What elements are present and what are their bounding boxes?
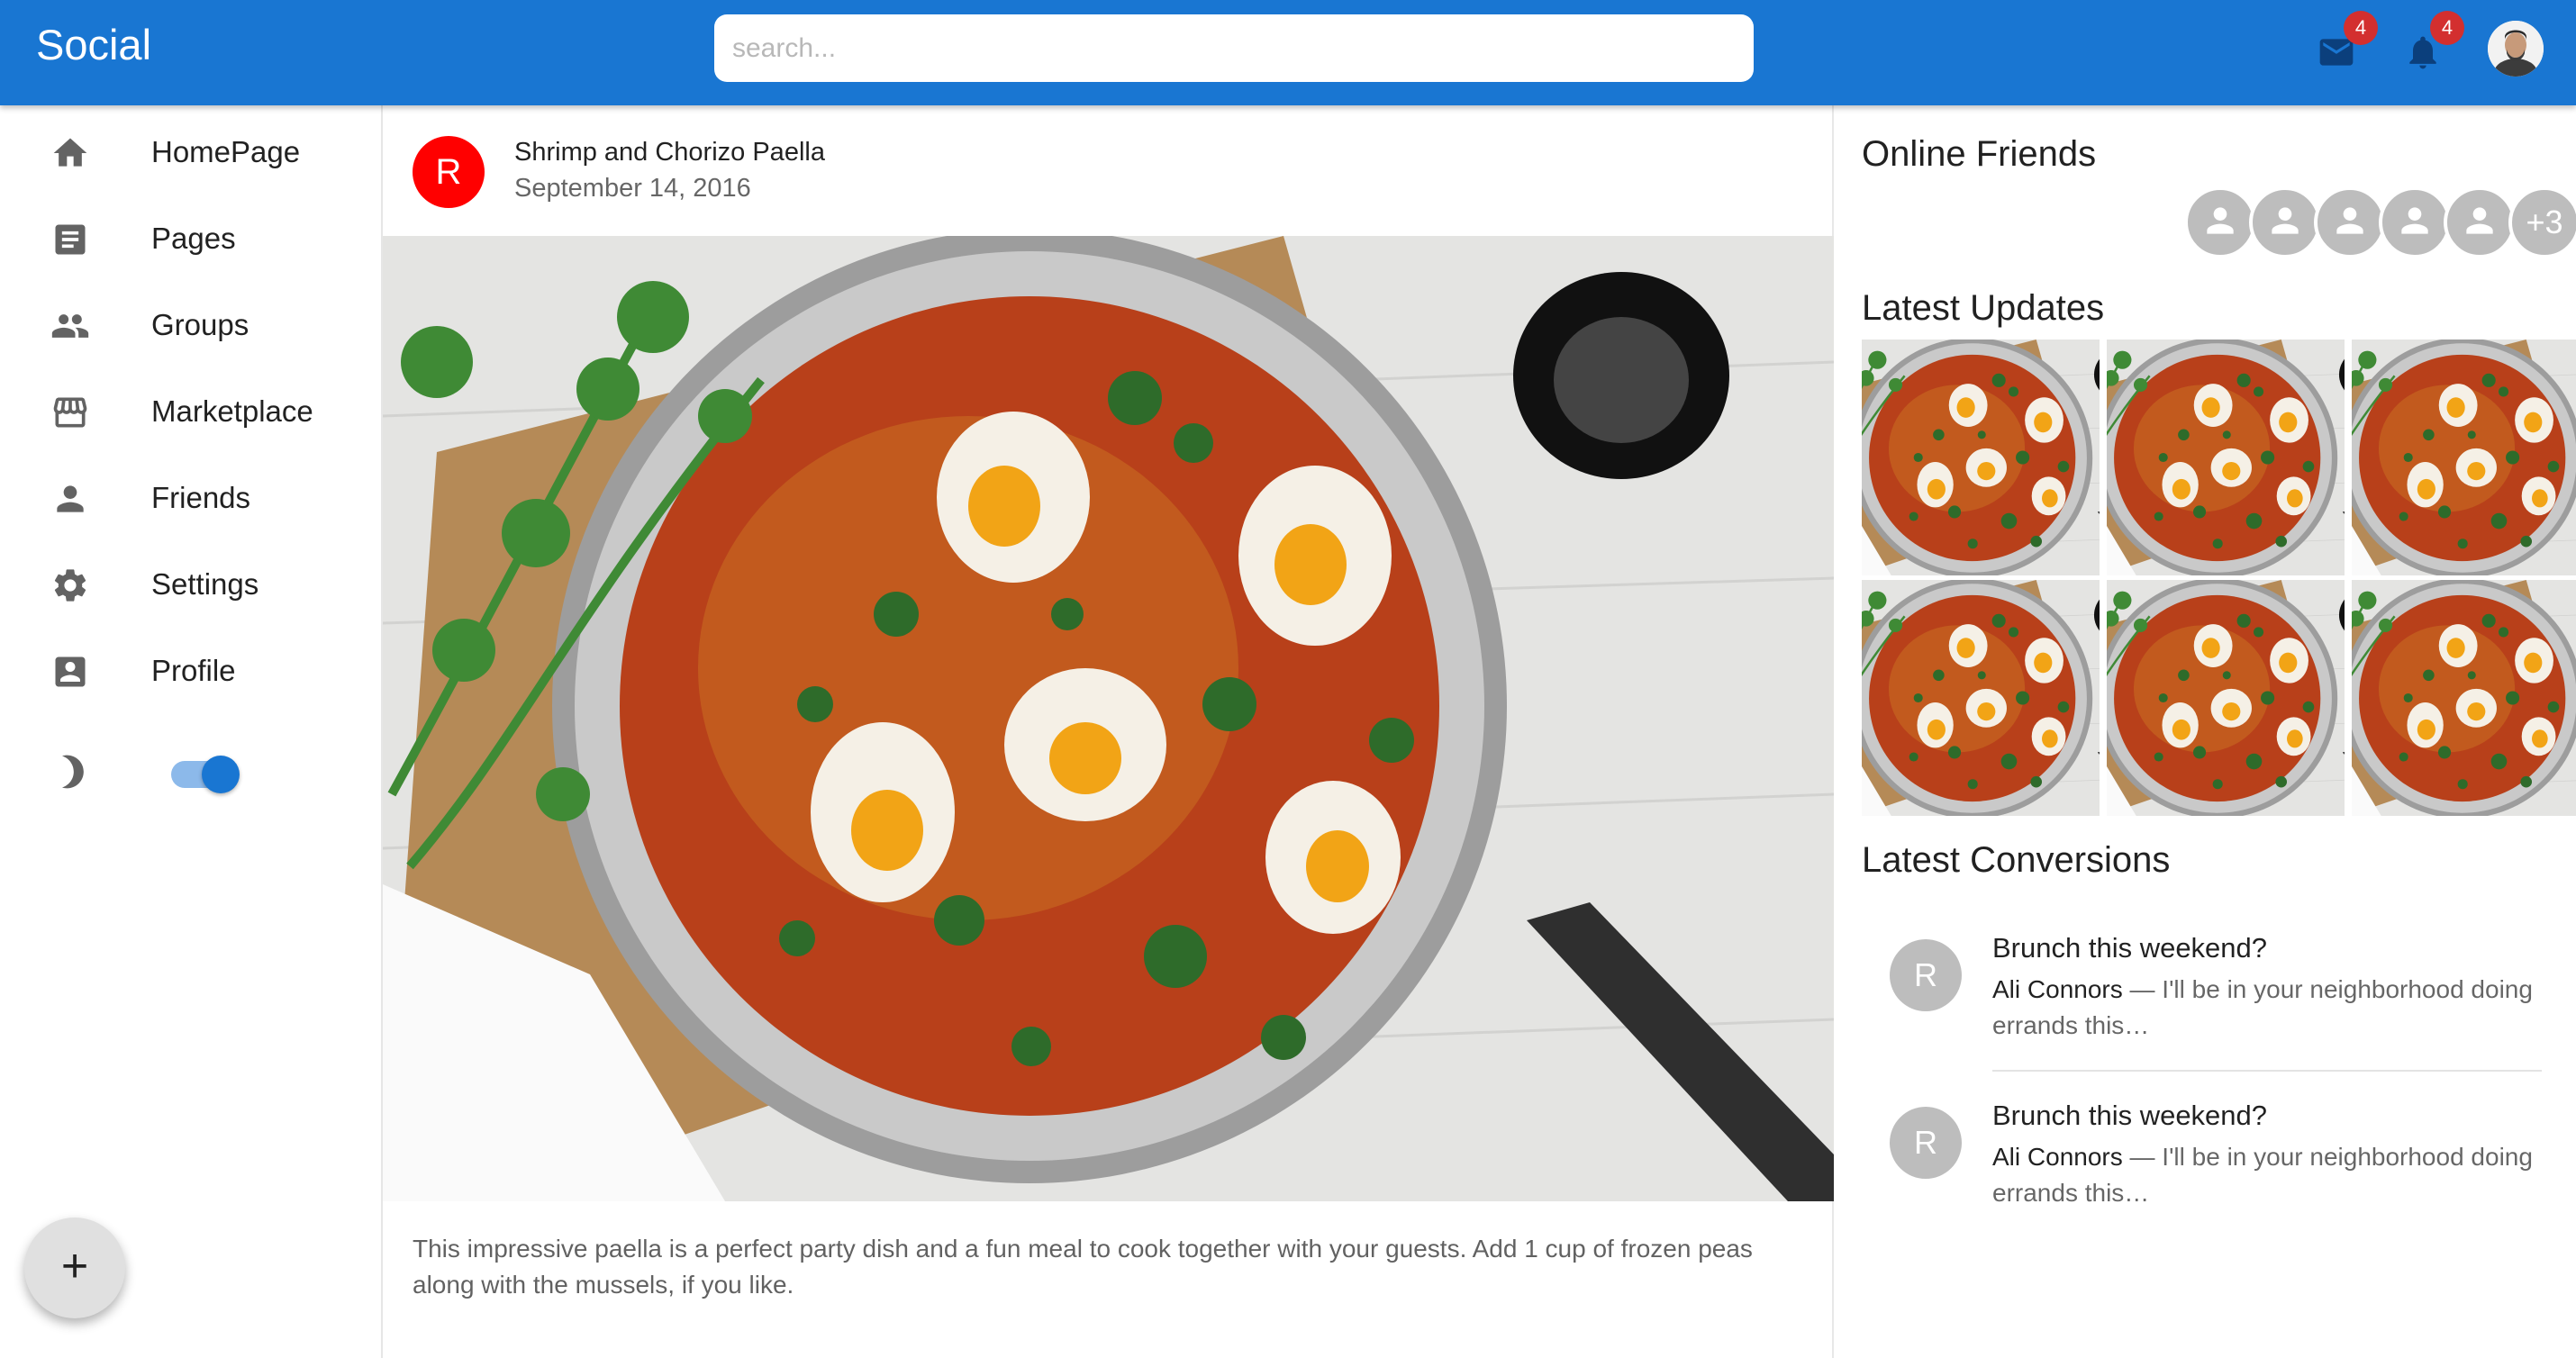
paella-thumbnail xyxy=(2107,580,2345,816)
gear-icon xyxy=(50,566,90,605)
sidebar-item-label: Friends xyxy=(151,481,251,514)
sidebar: HomePage Pages Groups Marketplace Friend… xyxy=(0,105,383,1358)
sidebar-item-label: Pages xyxy=(151,222,236,255)
person-icon xyxy=(2336,207,2363,234)
sidebar-item-label: HomePage xyxy=(151,135,301,168)
person-icon xyxy=(50,479,90,519)
account-box-icon xyxy=(50,652,90,692)
online-friends-title: Online Friends xyxy=(1862,134,2097,174)
post-body: This impressive paella is a perfect part… xyxy=(413,1235,1753,1299)
dark-mode-toggle[interactable] xyxy=(171,756,240,793)
post-image[interactable] xyxy=(383,236,1834,1201)
mail-button[interactable]: 4 xyxy=(2304,11,2378,83)
add-button[interactable]: + xyxy=(24,1218,125,1318)
conversation-title: Brunch this weekend? xyxy=(1992,932,2268,964)
conversation-item[interactable]: R Brunch this weekend? Ali Connors — I'l… xyxy=(1834,919,2576,1082)
theme-row xyxy=(0,736,383,808)
storefront-icon xyxy=(50,393,90,432)
paella-thumbnail xyxy=(2352,340,2576,575)
conversation-sender: Ali Connors xyxy=(1992,1143,2123,1171)
conversation-item[interactable]: R Brunch this weekend? Ali Connors — I'l… xyxy=(1834,1087,2576,1249)
update-thumbnail[interactable] xyxy=(2352,340,2576,575)
sidebar-item-label: Settings xyxy=(151,567,259,601)
paella-thumbnail xyxy=(1862,580,2100,816)
conversation-preview: Ali Connors — I'll be in your neighborho… xyxy=(1992,972,2533,1044)
update-thumbnail[interactable] xyxy=(2352,580,2576,816)
person-icon xyxy=(2466,207,2493,234)
conversation-sender: Ali Connors xyxy=(1992,975,2123,1003)
update-thumbnail[interactable] xyxy=(2107,340,2345,575)
update-thumbnail[interactable] xyxy=(2107,580,2345,816)
conversation-preview: Ali Connors — I'll be in your neighborho… xyxy=(1992,1139,2533,1211)
conversation-avatar: R xyxy=(1890,939,1962,1011)
paella-thumbnail xyxy=(1862,340,2100,575)
more-friends-badge[interactable]: +3 xyxy=(2508,186,2576,258)
plus-icon: + xyxy=(60,1240,89,1292)
sidebar-item-label: Groups xyxy=(151,308,249,341)
conversation-avatar: R xyxy=(1890,1107,1962,1179)
search-box[interactable] xyxy=(714,14,1754,82)
user-avatar-image xyxy=(2488,21,2544,77)
paella-dish-image xyxy=(383,236,1834,1201)
sidebar-item-homepage[interactable]: HomePage xyxy=(0,115,383,187)
notifications-button[interactable]: 4 xyxy=(2390,11,2464,83)
group-icon xyxy=(50,306,90,346)
moon-icon xyxy=(52,752,92,792)
update-thumbnail[interactable] xyxy=(1862,340,2100,575)
friend-avatar[interactable] xyxy=(2314,186,2386,258)
search-input[interactable] xyxy=(714,14,1754,82)
notifications-badge: 4 xyxy=(2430,11,2464,45)
sidebar-item-pages[interactable]: Pages xyxy=(0,202,383,274)
home-icon xyxy=(50,133,90,173)
sidebar-item-label: Profile xyxy=(151,654,236,687)
user-avatar[interactable] xyxy=(2488,21,2544,77)
person-icon xyxy=(2272,207,2299,234)
sidebar-item-label: Marketplace xyxy=(151,394,313,428)
post-card: R Shrimp and Chorizo Paella September 14… xyxy=(383,105,1834,1358)
sidebar-item-friends[interactable]: Friends xyxy=(0,461,383,533)
paella-thumbnail xyxy=(2352,580,2576,816)
friend-avatar[interactable] xyxy=(2184,186,2256,258)
sidebar-item-marketplace[interactable]: Marketplace xyxy=(0,375,383,447)
latest-conversions-title: Latest Conversions xyxy=(1862,840,2171,880)
person-icon xyxy=(2401,207,2428,234)
sidebar-item-settings[interactable]: Settings xyxy=(0,548,383,620)
conversation-divider xyxy=(1992,1070,2542,1072)
conversation-title: Brunch this weekend? xyxy=(1992,1100,2268,1131)
latest-updates-title: Latest Updates xyxy=(1862,288,2105,328)
person-icon xyxy=(2207,207,2234,234)
friend-avatar[interactable] xyxy=(2379,186,2451,258)
mail-badge: 4 xyxy=(2344,11,2378,45)
paella-thumbnail xyxy=(2107,340,2345,575)
friend-avatar[interactable] xyxy=(2444,186,2516,258)
update-thumbnail[interactable] xyxy=(1862,580,2100,816)
toggle-thumb xyxy=(202,756,240,793)
sidebar-item-profile[interactable]: Profile xyxy=(0,634,383,706)
sidebar-item-groups[interactable]: Groups xyxy=(0,288,383,360)
app-brand[interactable]: Social xyxy=(36,20,151,69)
post-avatar[interactable]: R xyxy=(413,136,485,208)
app-bar: Social 4 4 xyxy=(0,0,2576,105)
article-icon xyxy=(50,220,90,259)
friend-avatar[interactable] xyxy=(2249,186,2321,258)
post-date: September 14, 2016 xyxy=(514,174,751,203)
right-panel: Online Friends +3 Latest Updates Latest … xyxy=(1834,105,2576,1358)
post-title: Shrimp and Chorizo Paella xyxy=(514,138,825,167)
